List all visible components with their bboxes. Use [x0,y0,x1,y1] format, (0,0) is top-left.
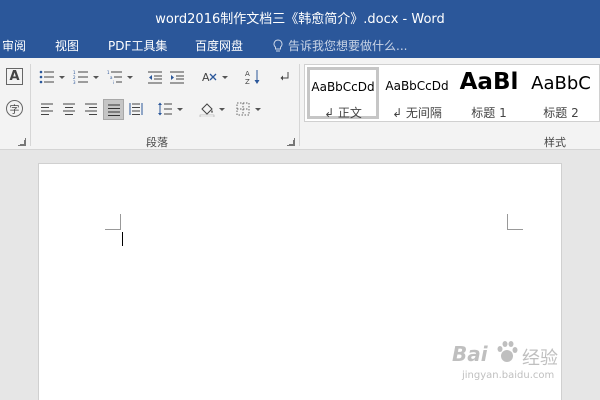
bullets-dropdown[interactable] [58,68,66,86]
sort-icon: AZ [245,70,260,85]
increase-indent-icon [170,71,184,84]
justify-button[interactable] [103,99,124,120]
crop-mark-top-left [105,214,121,230]
numbering-button[interactable]: 123 [72,68,90,86]
tab-review[interactable]: 审阅 [2,37,26,54]
multilevel-list-dropdown[interactable] [126,68,134,86]
paragraph-group-label: 段落 [146,136,168,149]
enclose-characters-button[interactable]: 字 [6,100,23,117]
svg-text:A: A [245,70,250,78]
font-dialog-launcher-icon[interactable] [18,138,26,146]
decrease-indent-icon [148,71,162,84]
line-spacing-dropdown[interactable] [176,100,184,118]
asian-layout-button[interactable]: A [200,68,220,86]
styles-group-label: 样式 [544,136,566,149]
line-spacing-button[interactable] [156,100,174,118]
multilevel-list-button[interactable]: 1ai [106,68,124,86]
align-center-button[interactable] [60,100,78,118]
style-no-spacing[interactable]: AaBbCcDd ↲ 无间隔 [381,67,453,120]
text-cursor [122,232,123,246]
style-heading-1[interactable]: AaBl 标题 1 [453,67,525,120]
style-no-spacing-sample: AaBbCcDd [385,79,449,93]
tab-baidu-netdisk[interactable]: 百度网盘 [195,37,243,54]
baidu-jingyan-watermark: Bai 经验 jingyan.baidu.com [452,338,592,388]
shading-button[interactable] [198,100,216,118]
multilevel-list-icon: 1ai [107,70,122,84]
title-bar: word2016制作文档三《韩愈简介》.docx - Word [0,0,600,32]
ribbon-tab-bar: 审阅 视图 PDF工具集 百度网盘 告诉我您想要做什么... [0,32,600,58]
align-right-icon [85,103,97,115]
style-heading-2-sample: AaBbC [531,73,591,94]
watermark-brand: Bai [452,342,488,366]
line-spacing-icon [158,102,172,116]
tab-pdf-tools[interactable]: PDF工具集 [108,37,167,54]
shading-dropdown[interactable] [218,100,226,118]
svg-text:3: 3 [73,80,76,84]
numbering-dropdown[interactable] [92,68,100,86]
character-border-button[interactable]: A [6,68,23,85]
justify-icon [107,104,120,116]
borders-icon [236,102,250,116]
style-heading-2[interactable]: AaBbC 标题 2 [525,67,597,120]
align-left-icon [41,103,53,115]
bullets-icon [39,70,54,84]
tab-view[interactable]: 视图 [55,37,79,54]
style-heading-1-name: 标题 1 [471,106,507,120]
style-normal-sample: AaBbCcDd [311,80,375,94]
lightbulb-icon [273,38,283,51]
paragraph-dialog-launcher-icon[interactable] [287,138,295,146]
tell-me-box[interactable]: 告诉我您想要做什么... [272,37,407,54]
distributed-icon [129,103,143,115]
borders-dropdown[interactable] [254,100,262,118]
style-no-spacing-name: ↲ 无间隔 [392,106,442,120]
align-left-button[interactable] [38,100,56,118]
asian-layout-icon: A [202,71,217,84]
svg-text:A: A [202,71,210,84]
increase-indent-button[interactable] [168,68,186,86]
paw-icon [497,341,518,362]
style-heading-2-name: 标题 2 [543,106,579,120]
sort-button[interactable]: AZ [244,68,262,86]
group-separator [299,64,300,146]
style-normal[interactable]: AaBbCcDd ↲ 正文 [307,67,379,120]
align-center-icon [63,103,75,115]
svg-text:i: i [113,80,114,84]
distributed-button[interactable] [127,100,145,118]
watermark-url: jingyan.baidu.com [462,370,555,381]
style-heading-1-sample: AaBl [459,69,519,95]
asian-layout-dropdown[interactable] [221,68,229,86]
numbering-icon: 123 [73,70,88,84]
paint-bucket-icon [199,103,215,117]
decrease-indent-button[interactable] [146,68,164,86]
show-formatting-marks-button[interactable] [276,68,294,86]
styles-gallery: AaBbCcDd ↲ 正文 AaBbCcDd ↲ 无间隔 AaBl 标题 1 A… [304,64,600,122]
align-right-button[interactable] [82,100,100,118]
ribbon: A 字 123 1ai A AZ 段落 AaBbCcDd ↲ 正文 AaBbCc… [0,58,600,150]
watermark-jingyan: 经验 [522,348,558,369]
svg-text:Z: Z [245,78,250,85]
style-normal-name: ↲ 正文 [324,106,362,120]
window-title: word2016制作文档三《韩愈简介》.docx - Word [155,12,445,27]
crop-mark-top-right [507,214,523,230]
group-separator [30,64,31,146]
bullets-button[interactable] [38,68,56,86]
borders-button[interactable] [234,100,252,118]
tell-me-placeholder: 告诉我您想要做什么... [288,39,408,53]
return-arrow-icon [280,72,289,81]
